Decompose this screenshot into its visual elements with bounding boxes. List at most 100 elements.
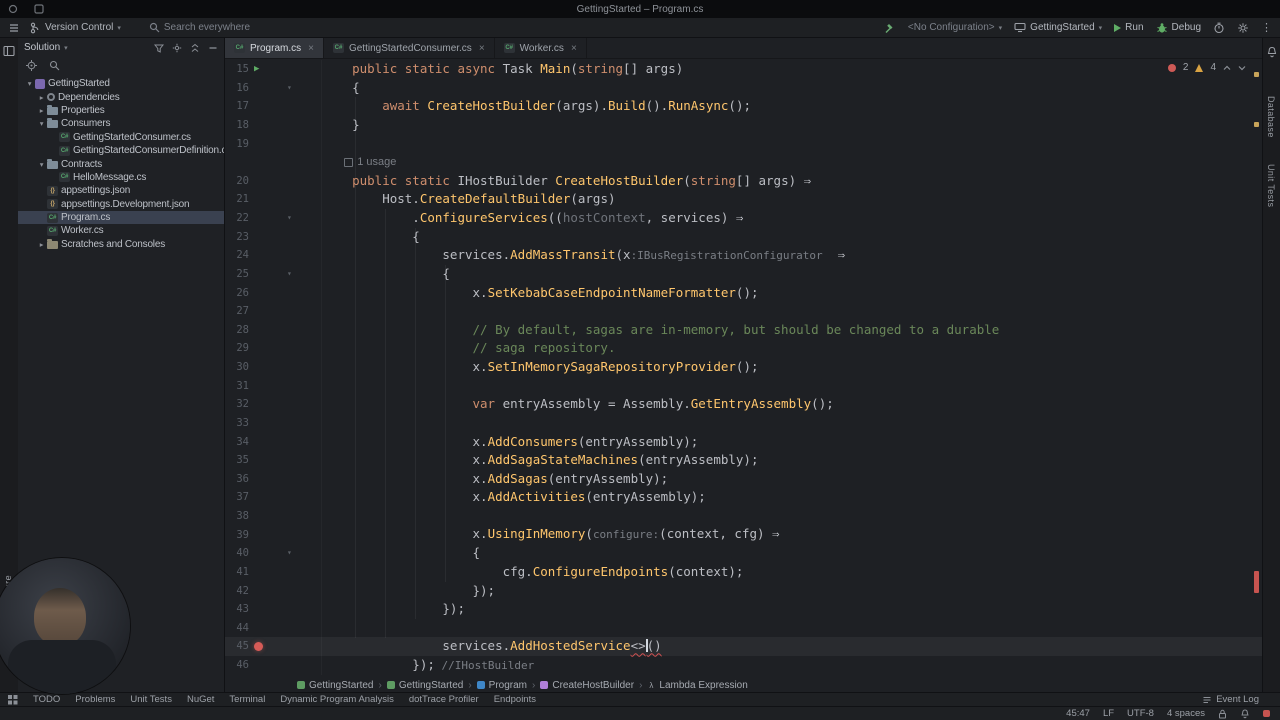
fold-icon[interactable]: ▾ <box>287 544 292 563</box>
gutter[interactable]: 31 <box>225 377 322 396</box>
tree-item[interactable]: ▸ Scratches and Consoles <box>18 238 224 251</box>
code-line[interactable]: 19 <box>225 135 1262 154</box>
scrollbar-error-mark[interactable] <box>1254 571 1259 593</box>
code-line[interactable]: 35 x.AddSagaStateMachines(entryAssembly); <box>225 451 1262 470</box>
close-tab-icon[interactable]: × <box>479 43 485 54</box>
code-line[interactable]: 39 x.UsingInMemory(configure:(context, cf… <box>225 526 1262 545</box>
tree-item[interactable]: ▾ GettingStarted <box>18 77 224 90</box>
code-line[interactable]: 17 await CreateHostBuilder(args).Build().… <box>225 97 1262 116</box>
code-line[interactable]: 18} <box>225 116 1262 135</box>
code-line[interactable]: 31 <box>225 377 1262 396</box>
more-options-icon[interactable]: ⋮ <box>1261 21 1272 34</box>
gutter[interactable]: 46 <box>225 656 322 675</box>
run-configuration-select[interactable]: <No Configuration> ▾ <box>908 22 1002 33</box>
build-hammer-icon[interactable] <box>883 22 896 34</box>
event-log-button[interactable]: Event Log <box>1202 694 1259 705</box>
run-button[interactable]: Run <box>1114 22 1144 33</box>
toolwindow-switcher-icon[interactable] <box>7 694 18 705</box>
gutter[interactable]: 36 <box>225 470 322 489</box>
toolwindow-button[interactable]: Dynamic Program Analysis <box>280 694 394 705</box>
solution-panel-header[interactable]: Solution ▾ <box>18 38 224 57</box>
breadcrumb-item[interactable]: GettingStarted <box>386 680 463 691</box>
gutter[interactable]: 38 <box>225 507 322 526</box>
locate-file-icon[interactable] <box>26 60 37 71</box>
fold-icon[interactable]: ▾ <box>287 79 292 98</box>
line-ending[interactable]: LF <box>1103 708 1114 719</box>
gutter[interactable]: 32 <box>225 395 322 414</box>
code-line[interactable]: 21 Host.CreateDefaultBuilder(args) <box>225 190 1262 209</box>
gutter[interactable]: 43 <box>225 600 322 619</box>
gutter[interactable]: 18 <box>225 116 322 135</box>
code-line[interactable]: 25 ▾ { <box>225 265 1262 284</box>
notifications-icon[interactable] <box>1266 46 1278 58</box>
gutter[interactable]: 39 <box>225 526 322 545</box>
tree-item[interactable]: ▾ Consumers <box>18 117 224 130</box>
gutter[interactable]: 34 <box>225 433 322 452</box>
gutter[interactable]: 35 <box>225 451 322 470</box>
tree-item[interactable]: C# GettingStartedConsumerDefinition.cs <box>18 144 224 157</box>
toolwindow-button[interactable]: Endpoints <box>494 694 536 705</box>
gutter[interactable]: 42 <box>225 582 322 601</box>
editor-tab[interactable]: C# GettingStartedConsumer.cs × <box>324 38 495 58</box>
close-tab-icon[interactable]: × <box>308 43 314 54</box>
code-line[interactable]: 40 ▾ { <box>225 544 1262 563</box>
caret-position[interactable]: 45:47 <box>1066 708 1090 719</box>
code-line[interactable]: 27 <box>225 302 1262 321</box>
file-encoding[interactable]: UTF-8 <box>1127 708 1154 719</box>
tree-chevron-icon[interactable]: ▾ <box>36 119 47 128</box>
tree-item[interactable]: ▸ Dependencies <box>18 90 224 103</box>
hide-panel-icon[interactable] <box>208 43 218 53</box>
code-line[interactable]: 41 cfg.ConfigureEndpoints(context); <box>225 563 1262 582</box>
toolwindow-stripe-button[interactable]: Unit Tests <box>1266 164 1276 207</box>
code-line[interactable]: 46}); //IHostBuilder <box>225 656 1262 675</box>
gutter[interactable]: 30 <box>225 358 322 377</box>
settings-gear-icon[interactable] <box>1237 22 1249 34</box>
code-line[interactable]: 15 ▶ public static async Task Main(string[… <box>225 60 1262 79</box>
editor-tab[interactable]: C# Program.cs × <box>225 38 324 58</box>
code-line[interactable]: 43}); <box>225 600 1262 619</box>
gutter[interactable] <box>225 153 322 172</box>
tree-item[interactable]: ▸ Properties <box>18 104 224 117</box>
code-line[interactable]: 32 var entryAssembly = Assembly.GetEntryA… <box>225 395 1262 414</box>
code-line[interactable]: 23 { <box>225 228 1262 247</box>
breadcrumb-item[interactable]: CreateHostBuilder <box>540 680 634 691</box>
notification-bell-icon[interactable] <box>1240 708 1250 719</box>
gutter[interactable]: 33 <box>225 414 322 433</box>
code-editor[interactable]: 15 ▶ public static async Task Main(string[… <box>225 58 1262 678</box>
tree-item[interactable]: C# HelloMessage.cs <box>18 171 224 184</box>
readonly-lock-icon[interactable] <box>1218 709 1227 719</box>
gutter[interactable]: 29 <box>225 339 322 358</box>
breadcrumb-item[interactable]: Program <box>476 680 527 691</box>
search-everywhere[interactable]: Search everywhere <box>149 22 250 33</box>
tree-chevron-icon[interactable]: ▸ <box>36 106 47 115</box>
code-line[interactable]: 26 x.SetKebabCaseEndpointNameFormatter(); <box>225 284 1262 303</box>
gutter[interactable]: 20 <box>225 172 322 191</box>
code-line[interactable]: 30 x.SetInMemorySagaRepositoryProvider(); <box>225 358 1262 377</box>
code-line[interactable]: 29 // saga repository. <box>225 339 1262 358</box>
tree-chevron-icon[interactable]: ▸ <box>36 93 47 102</box>
gutter[interactable]: 26 <box>225 284 322 303</box>
ide-error-badge[interactable] <box>1263 710 1270 717</box>
breadcrumb-item[interactable]: λ Lambda Expression <box>647 680 747 691</box>
code-line[interactable]: 28 // By default, sagas are in-memory, bu… <box>225 321 1262 340</box>
indent-setting[interactable]: 4 spaces <box>1167 708 1205 719</box>
tree-item[interactable]: ▾ Contracts <box>18 157 224 170</box>
code-line[interactable]: 22 ▾ .ConfigureServices((hostContext, serv… <box>225 209 1262 228</box>
tree-chevron-icon[interactable]: ▾ <box>24 79 35 88</box>
code-line[interactable]: 1 usage <box>225 153 1262 172</box>
tree-item[interactable]: C# GettingStartedConsumer.cs <box>18 131 224 144</box>
code-line[interactable]: 45 services.AddHostedService<>() <box>225 637 1262 656</box>
breakpoint-icon[interactable] <box>254 642 263 652</box>
gutter[interactable]: 25 ▾ <box>225 265 322 284</box>
code-line[interactable]: 20 public static IHostBuilder CreateHostB… <box>225 172 1262 191</box>
toolwindow-button[interactable]: Terminal <box>229 694 265 705</box>
profiler-icon[interactable] <box>1213 22 1225 34</box>
gutter[interactable]: 16 ▾ <box>225 79 322 98</box>
code-line[interactable]: 33 <box>225 414 1262 433</box>
tree-item[interactable]: C# Program.cs <box>18 210 224 225</box>
search-tree-icon[interactable] <box>49 60 60 71</box>
toolwindow-button[interactable]: TODO <box>33 694 60 705</box>
debug-button[interactable]: Debug <box>1156 22 1201 34</box>
scrollbar-warning-mark[interactable] <box>1254 122 1259 127</box>
gutter[interactable]: 45 <box>225 637 322 656</box>
